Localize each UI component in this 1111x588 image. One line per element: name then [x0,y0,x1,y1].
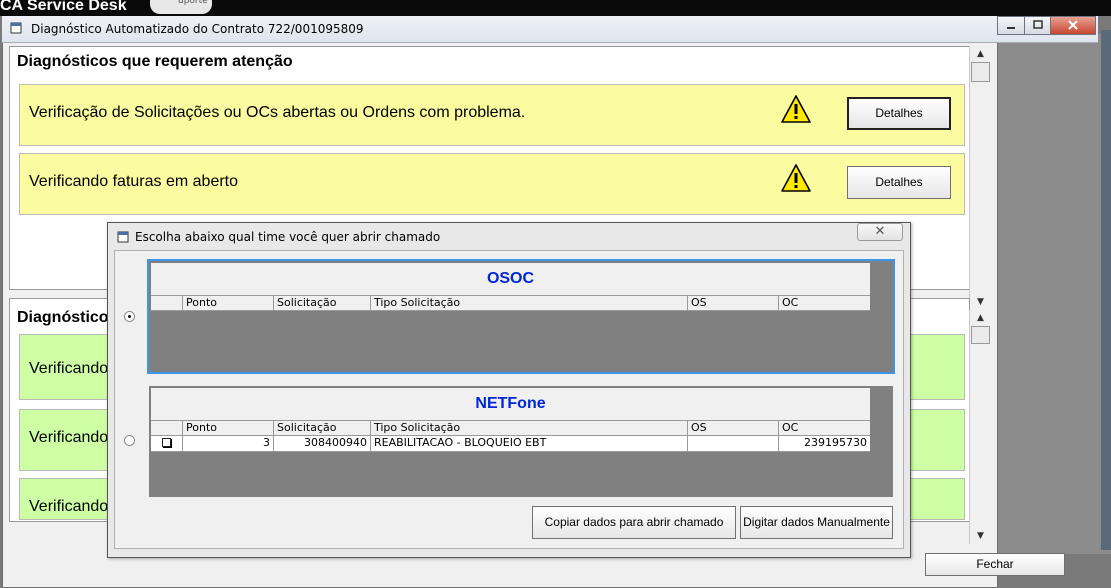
team-grid-scroll-area [870,263,892,370]
window-title: Diagnóstico Automatizado do Contrato 722… [31,22,364,36]
background-app-edge [1101,30,1111,550]
column-header-ponto: Ponto [183,421,274,435]
minimize-icon [1007,27,1015,29]
column-header-solicitacao: Solicitação [274,296,371,310]
diagnostic-row-text: Verificando faturas em aberto [29,173,239,190]
maximize-button[interactable] [1024,16,1051,35]
column-header-oc: OC [782,421,799,434]
cell-oc: 239195730 [804,436,867,449]
warning-icon [780,163,812,196]
maximize-icon [1032,20,1043,29]
column-header-solicitacao: Solicitação [274,421,371,435]
column-header-os: OS [688,421,779,435]
scroll-up-arrow[interactable]: ▲ [970,310,991,326]
copy-data-button[interactable]: Copiar dados para abrir chamado [532,506,736,539]
team-grid-header: Ponto Solicitação Tipo Solicitação OS OC [151,295,870,311]
cell-tipo-solicitacao: REABILITACAO - BLOQUEIO EBT [371,436,688,451]
ok-section-title: Diagnóstico [17,309,109,326]
diagnostic-row-text: Verificação de Solicitações ou OCs abert… [29,104,526,121]
team-grid-scroll-area [870,388,892,495]
diagnostic-row-text: Verificando [29,360,109,377]
table-row[interactable]: 3 308400940 REABILITACAO - BLOQUEIO EBT … [151,436,870,452]
diagnostic-row-text: Verificando [29,429,109,446]
details-button[interactable]: Detalhes [847,166,951,199]
window-app-icon [10,22,22,34]
scroll-down-arrow[interactable]: ▼ [970,294,991,310]
column-header-ponto: Ponto [183,296,274,310]
column-header-select [151,421,183,435]
radio-selected-dot [128,315,131,318]
team-radio-osoc[interactable] [124,311,135,322]
warning-icon [780,94,812,127]
details-button[interactable]: Detalhes [847,97,951,130]
team-box-netfone[interactable]: NETFone Ponto Solicitação Tipo Solicitaç… [149,386,893,497]
dialog-close-button[interactable]: ✕ [857,223,903,241]
background-app-title: CA Service Desk [0,0,127,14]
ok-scrollbar[interactable]: ▲ ▼ [969,310,991,544]
diagnostic-row-text: Verificando [29,498,109,515]
attention-scrollbar[interactable]: ▲ ▼ [969,46,991,310]
cell-os [688,436,779,451]
cell-ponto: 3 [183,436,274,451]
column-header-os: OS [688,296,779,310]
manual-entry-button[interactable]: Digitar dados Manualmente [740,506,893,539]
column-header-select [151,296,183,310]
dialog-title: Escolha abaixo qual time você quer abrir… [135,230,441,244]
column-header-oc: OC [782,296,799,309]
row-checkbox[interactable] [162,438,171,447]
scroll-thumb[interactable] [971,62,990,82]
column-header-tipo-solicitacao: Tipo Solicitação [371,296,688,310]
team-box-osoc[interactable]: OSOC Ponto Solicitação Tipo Solicitação … [147,259,895,374]
scroll-thumb[interactable] [971,326,990,344]
scroll-down-arrow[interactable]: ▼ [970,528,991,544]
minimize-button[interactable] [997,16,1025,35]
cell-solicitacao: 308400940 [274,436,371,451]
close-button[interactable]: Fechar [925,553,1065,576]
close-window-button[interactable] [1050,16,1096,35]
team-title: NETFone [151,388,870,420]
team-title: OSOC [151,263,870,295]
background-app-area [998,34,1111,554]
row-select-cell [151,436,183,451]
close-icon [1068,20,1078,30]
scroll-up-arrow[interactable]: ▲ [970,46,991,62]
background-app-logo-text: uporte [178,0,208,6]
diagnostic-row-attention: Verificando faturas em aberto Detalhes [19,153,965,215]
diagnostic-row-attention: Verificação de Solicitações ou OCs abert… [19,84,965,146]
team-radio-netfone[interactable] [124,435,135,446]
team-grid-header: Ponto Solicitação Tipo Solicitação OS OC [151,420,870,436]
window-controls [997,16,1097,36]
dialog-app-icon [117,231,129,246]
column-header-tipo-solicitacao: Tipo Solicitação [371,421,688,435]
attention-section-title: Diagnósticos que requerem atenção [17,53,293,70]
